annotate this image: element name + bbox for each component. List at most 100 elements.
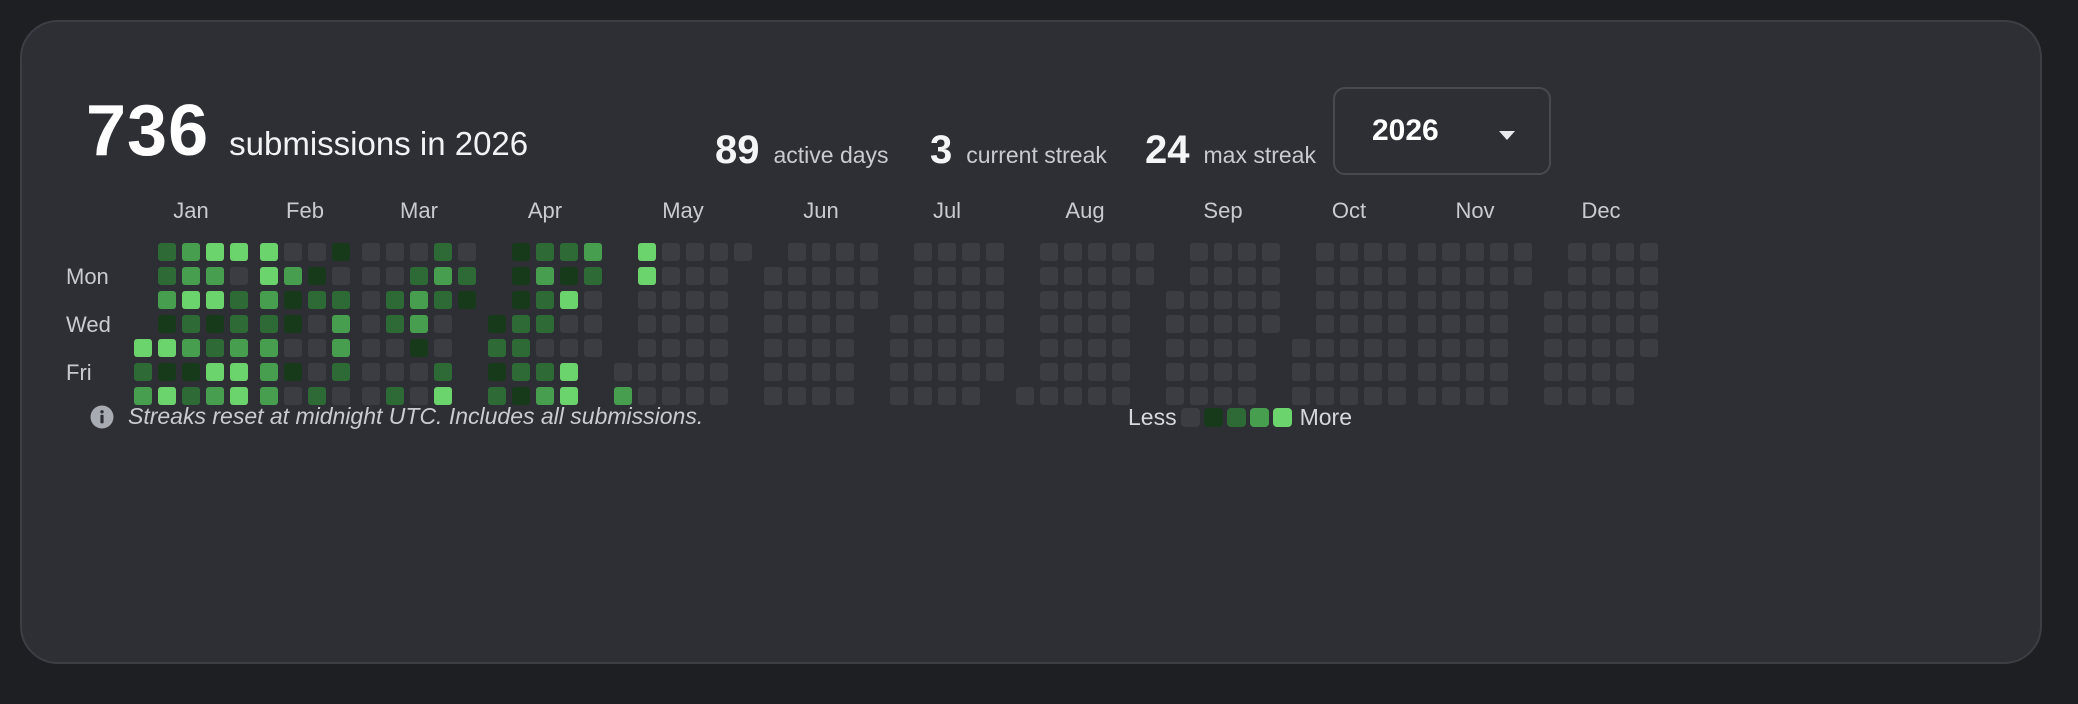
day-cell[interactable] [362, 291, 380, 309]
day-cell[interactable] [584, 267, 602, 285]
day-cell[interactable] [1442, 291, 1460, 309]
day-cell[interactable] [308, 363, 326, 381]
day-cell[interactable] [1316, 315, 1334, 333]
day-cell[interactable] [764, 291, 782, 309]
day-cell[interactable] [986, 291, 1004, 309]
day-cell[interactable] [1514, 267, 1532, 285]
day-cell[interactable] [1190, 387, 1208, 405]
day-cell[interactable] [1490, 315, 1508, 333]
day-cell[interactable] [986, 315, 1004, 333]
day-cell[interactable] [332, 339, 350, 357]
day-cell[interactable] [1136, 267, 1154, 285]
day-cell[interactable] [1388, 387, 1406, 405]
day-cell[interactable] [362, 339, 380, 357]
day-cell[interactable] [1112, 291, 1130, 309]
day-cell[interactable] [914, 243, 932, 261]
day-cell[interactable] [308, 339, 326, 357]
day-cell[interactable] [1112, 387, 1130, 405]
day-cell[interactable] [1166, 291, 1184, 309]
day-cell[interactable] [1418, 291, 1436, 309]
day-cell[interactable] [662, 339, 680, 357]
day-cell[interactable] [836, 339, 854, 357]
day-cell[interactable] [332, 363, 350, 381]
day-cell[interactable] [488, 339, 506, 357]
day-cell[interactable] [1340, 387, 1358, 405]
day-cell[interactable] [836, 363, 854, 381]
day-cell[interactable] [1064, 363, 1082, 381]
day-cell[interactable] [860, 243, 878, 261]
day-cell[interactable] [434, 315, 452, 333]
day-cell[interactable] [1442, 315, 1460, 333]
day-cell[interactable] [1214, 243, 1232, 261]
day-cell[interactable] [938, 339, 956, 357]
day-cell[interactable] [710, 315, 728, 333]
day-cell[interactable] [1238, 339, 1256, 357]
day-cell[interactable] [962, 363, 980, 381]
day-cell[interactable] [1466, 315, 1484, 333]
day-cell[interactable] [1064, 339, 1082, 357]
day-cell[interactable] [1112, 363, 1130, 381]
day-cell[interactable] [914, 387, 932, 405]
day-cell[interactable] [560, 267, 578, 285]
day-cell[interactable] [1568, 291, 1586, 309]
day-cell[interactable] [536, 363, 554, 381]
day-cell[interactable] [662, 291, 680, 309]
day-cell[interactable] [182, 315, 200, 333]
day-cell[interactable] [332, 243, 350, 261]
day-cell[interactable] [1166, 315, 1184, 333]
day-cell[interactable] [686, 243, 704, 261]
day-cell[interactable] [1418, 267, 1436, 285]
day-cell[interactable] [584, 243, 602, 261]
day-cell[interactable] [1214, 387, 1232, 405]
day-cell[interactable] [536, 339, 554, 357]
day-cell[interactable] [1040, 363, 1058, 381]
day-cell[interactable] [512, 339, 530, 357]
day-cell[interactable] [560, 363, 578, 381]
day-cell[interactable] [1568, 339, 1586, 357]
day-cell[interactable] [410, 291, 428, 309]
day-cell[interactable] [860, 291, 878, 309]
day-cell[interactable] [260, 243, 278, 261]
day-cell[interactable] [1040, 243, 1058, 261]
day-cell[interactable] [1466, 291, 1484, 309]
day-cell[interactable] [1544, 363, 1562, 381]
day-cell[interactable] [1040, 291, 1058, 309]
day-cell[interactable] [1568, 243, 1586, 261]
day-cell[interactable] [308, 243, 326, 261]
day-cell[interactable] [158, 291, 176, 309]
day-cell[interactable] [1214, 339, 1232, 357]
day-cell[interactable] [764, 363, 782, 381]
day-cell[interactable] [914, 363, 932, 381]
day-cell[interactable] [284, 291, 302, 309]
day-cell[interactable] [1112, 267, 1130, 285]
day-cell[interactable] [1238, 387, 1256, 405]
day-cell[interactable] [536, 315, 554, 333]
day-cell[interactable] [1316, 363, 1334, 381]
day-cell[interactable] [1190, 339, 1208, 357]
day-cell[interactable] [788, 363, 806, 381]
day-cell[interactable] [1238, 243, 1256, 261]
day-cell[interactable] [914, 315, 932, 333]
day-cell[interactable] [1340, 315, 1358, 333]
day-cell[interactable] [788, 243, 806, 261]
day-cell[interactable] [1112, 315, 1130, 333]
day-cell[interactable] [308, 315, 326, 333]
day-cell[interactable] [1592, 243, 1610, 261]
day-cell[interactable] [410, 315, 428, 333]
day-cell[interactable] [962, 267, 980, 285]
day-cell[interactable] [434, 267, 452, 285]
day-cell[interactable] [710, 243, 728, 261]
day-cell[interactable] [1544, 387, 1562, 405]
day-cell[interactable] [134, 363, 152, 381]
day-cell[interactable] [686, 267, 704, 285]
day-cell[interactable] [860, 267, 878, 285]
day-cell[interactable] [1616, 363, 1634, 381]
day-cell[interactable] [458, 243, 476, 261]
day-cell[interactable] [614, 363, 632, 381]
day-cell[interactable] [914, 267, 932, 285]
day-cell[interactable] [938, 267, 956, 285]
day-cell[interactable] [962, 315, 980, 333]
day-cell[interactable] [1214, 315, 1232, 333]
day-cell[interactable] [1316, 267, 1334, 285]
day-cell[interactable] [1340, 291, 1358, 309]
